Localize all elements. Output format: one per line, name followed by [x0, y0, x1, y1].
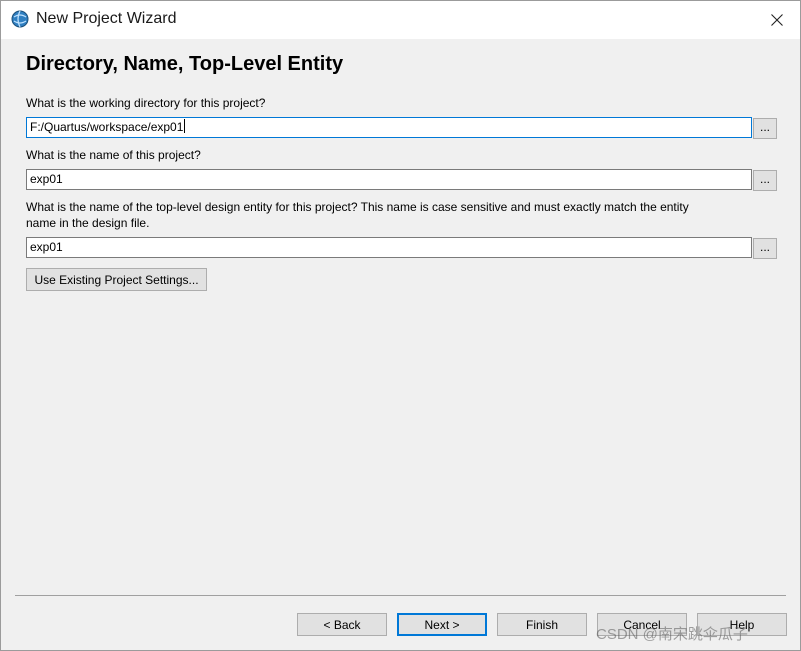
project-name-label: What is the name of this project? — [26, 148, 201, 162]
top-level-entity-browse-button[interactable]: ... — [753, 238, 777, 259]
quartus-globe-icon — [11, 10, 29, 28]
project-name-value: exp01 — [30, 172, 63, 186]
next-button[interactable]: Next > — [397, 613, 487, 636]
window-title: New Project Wizard — [36, 10, 177, 27]
close-button[interactable] — [762, 5, 792, 35]
working-directory-value: F:/Quartus/workspace/exp01 — [30, 120, 184, 134]
new-project-wizard-window: New Project Wizard Directory, Name, Top-… — [0, 0, 801, 651]
text-caret — [184, 119, 186, 133]
top-level-entity-label-line1: What is the name of the top-level design… — [26, 200, 689, 214]
top-level-entity-label-line2: name in the design file. — [26, 216, 150, 230]
working-directory-input[interactable]: F:/Quartus/workspace/exp01 — [26, 117, 752, 138]
page-heading: Directory, Name, Top-Level Entity — [26, 53, 344, 75]
project-name-browse-button[interactable]: ... — [753, 170, 777, 191]
top-level-entity-input[interactable]: exp01 — [26, 237, 752, 258]
close-icon — [771, 14, 783, 26]
finish-button[interactable]: Finish — [497, 613, 587, 636]
working-directory-browse-button[interactable]: ... — [753, 118, 777, 139]
footer-separator — [15, 595, 786, 596]
back-button[interactable]: < Back — [297, 613, 387, 636]
title-bar[interactable]: New Project Wizard — [1, 1, 800, 39]
top-level-entity-value: exp01 — [30, 240, 63, 254]
project-name-input[interactable]: exp01 — [26, 169, 752, 190]
use-existing-project-settings-button[interactable]: Use Existing Project Settings... — [26, 268, 207, 291]
working-directory-label: What is the working directory for this p… — [26, 96, 266, 110]
csdn-watermark: CSDN @南宋跳伞瓜子 — [596, 626, 748, 643]
